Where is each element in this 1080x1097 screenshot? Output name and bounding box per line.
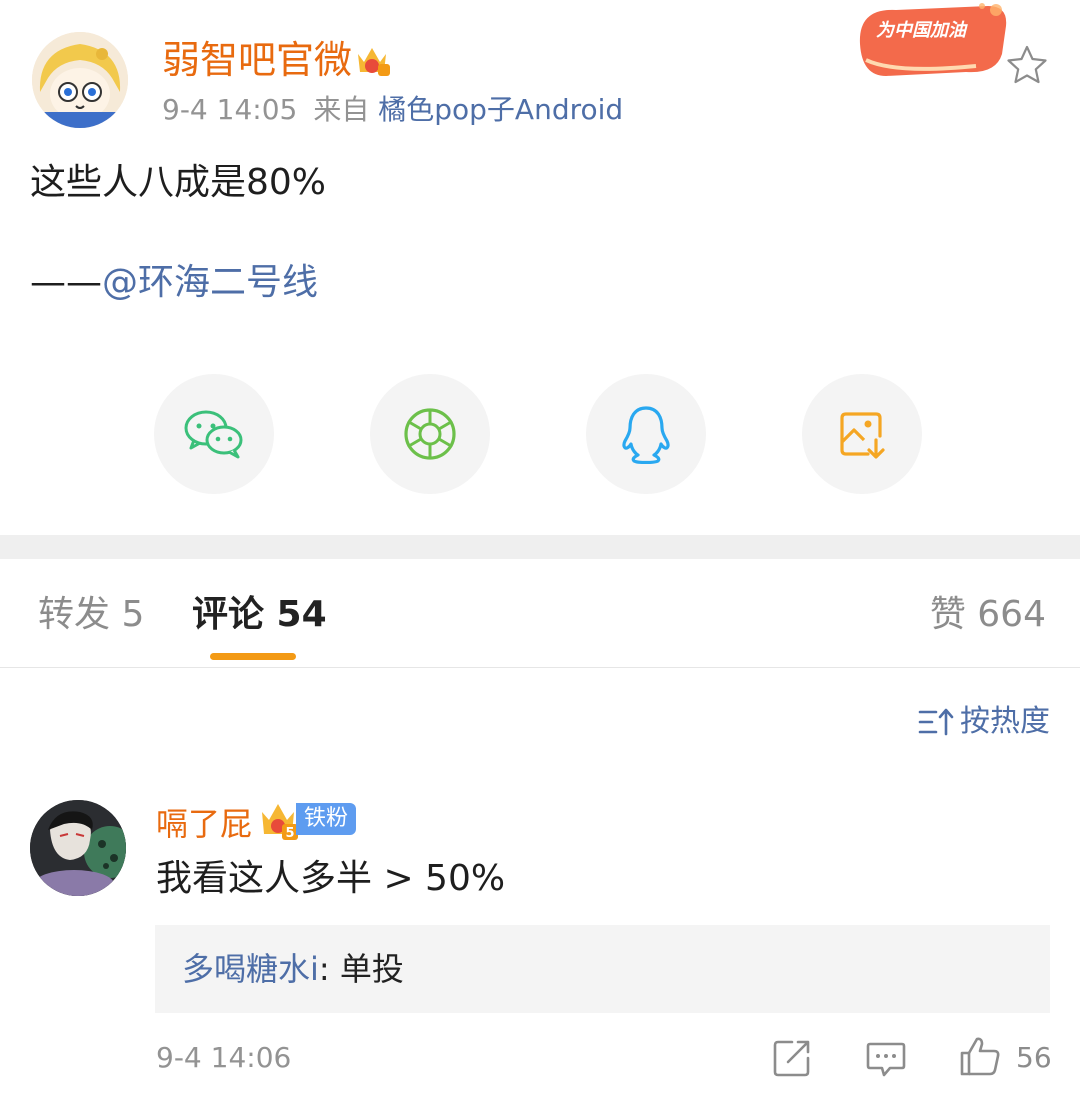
tab-divider bbox=[0, 667, 1080, 668]
commenter-avatar[interactable] bbox=[30, 800, 126, 896]
author-avatar[interactable] bbox=[32, 32, 128, 128]
source-prefix: 来自 bbox=[313, 93, 370, 126]
post-attribution: ——@环海二号线 bbox=[30, 260, 318, 306]
dash-prefix: —— bbox=[30, 262, 102, 303]
commenter-name[interactable]: 嗝了屁 bbox=[156, 804, 252, 844]
tab-comments[interactable]: 评论 54 bbox=[192, 592, 327, 638]
active-tab-indicator bbox=[210, 653, 296, 660]
save-image-icon bbox=[840, 412, 885, 459]
thumbs-up-icon[interactable] bbox=[958, 1034, 1002, 1078]
post-meta: 9-4 14:05 来自 橘色pop子Android bbox=[162, 92, 623, 128]
tab-likes[interactable]: 赞 664 bbox=[930, 592, 1046, 638]
post-time: 9-4 14:05 bbox=[162, 93, 298, 126]
post-source[interactable]: 橘色pop子Android bbox=[378, 93, 623, 126]
fan-badge: 铁粉 bbox=[296, 803, 357, 835]
cartoon-avatar-image bbox=[32, 32, 128, 128]
post-text-line: 这些人八成是80% bbox=[30, 162, 327, 203]
comment-text: 我看这人多半 > 50% bbox=[156, 858, 506, 899]
sort-label: 按热度 bbox=[960, 704, 1050, 739]
comment-time: 9-4 14:06 bbox=[156, 1041, 292, 1074]
sort-icon bbox=[918, 708, 954, 736]
promo-banner[interactable]: 为中国加油 bbox=[856, 0, 1012, 82]
vip-level-text: 5 bbox=[285, 826, 294, 840]
qq-icon bbox=[622, 406, 670, 464]
tab-reposts[interactable]: 转发 5 bbox=[38, 592, 144, 638]
reply-user[interactable]: 多喝糖水i bbox=[182, 950, 319, 988]
vip-crown-icon bbox=[352, 40, 392, 80]
section-separator bbox=[0, 535, 1080, 559]
commenter-avatar-image bbox=[30, 800, 126, 896]
star-icon[interactable] bbox=[1004, 42, 1050, 88]
sort-by-hot-button[interactable]: 按热度 bbox=[918, 702, 1050, 742]
share-qq-button[interactable] bbox=[586, 374, 706, 494]
author-name[interactable]: 弱智吧官微 bbox=[162, 36, 352, 84]
promo-text: 为中国加油 bbox=[876, 20, 968, 41]
share-wechat-button[interactable] bbox=[154, 374, 274, 494]
share-comment-icon[interactable] bbox=[770, 1036, 814, 1080]
share-moments-button[interactable] bbox=[370, 374, 490, 494]
comment-like-count: 56 bbox=[1016, 1041, 1052, 1074]
mention-link[interactable]: @环海二号线 bbox=[102, 262, 318, 303]
reply-text: 单投 bbox=[339, 950, 404, 988]
reply-comment-icon[interactable] bbox=[864, 1036, 908, 1080]
wechat-icon bbox=[184, 410, 243, 459]
reply-separator: : bbox=[318, 950, 340, 988]
reply-preview[interactable]: 多喝糖水i: 单投 bbox=[182, 948, 404, 990]
moments-icon bbox=[404, 408, 456, 460]
save-image-button[interactable] bbox=[802, 374, 922, 494]
